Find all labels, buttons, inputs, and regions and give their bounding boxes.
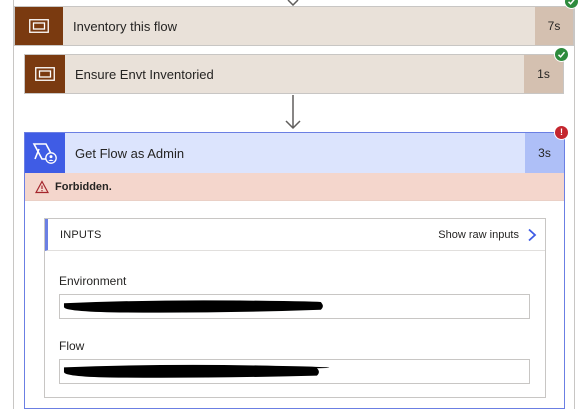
power-automate-admin-icon — [25, 133, 65, 173]
environment-field — [59, 294, 530, 319]
inputs-panel: INPUTS Show raw inputs Environment Flow — [44, 218, 546, 398]
step-card-get-flow-as-admin: Get Flow as Admin 3s Forbidden. INPUTS S… — [24, 132, 565, 409]
inputs-label: INPUTS — [60, 228, 102, 241]
field-label-environment: Environment — [59, 274, 127, 288]
error-message: Forbidden. — [55, 180, 112, 193]
flow-run-canvas: Inventory this flow 7s Ensure Envt Inven… — [0, 0, 584, 409]
show-raw-inputs-label: Show raw inputs — [438, 228, 519, 241]
scope-icon — [25, 55, 65, 93]
scope-icon — [15, 7, 63, 45]
step-card-inventory-flow[interactable]: Inventory this flow 7s — [14, 6, 574, 46]
error-banner: Forbidden. — [25, 173, 564, 201]
field-label-flow: Flow — [59, 339, 85, 353]
step-title: Ensure Envt Inventoried — [75, 66, 214, 82]
flow-field — [59, 359, 530, 384]
connector-arrow — [285, 95, 301, 130]
redacted-value — [63, 300, 323, 313]
step-duration: 7s — [535, 7, 573, 45]
redacted-value — [63, 364, 330, 378]
error-status-icon: ! — [554, 125, 569, 140]
success-check-icon — [554, 47, 569, 62]
step-title: Get Flow as Admin — [75, 145, 185, 161]
step-title: Inventory this flow — [73, 18, 178, 34]
warning-icon — [35, 179, 49, 193]
show-raw-inputs-link[interactable]: Show raw inputs — [438, 228, 537, 242]
step-card-ensure-envt[interactable]: Ensure Envt Inventoried 1s — [24, 54, 564, 94]
chevron-right-icon — [528, 228, 537, 241]
success-check-icon — [564, 0, 579, 9]
step-header[interactable]: Get Flow as Admin 3s — [25, 133, 564, 173]
inputs-header: INPUTS Show raw inputs — [45, 219, 545, 251]
